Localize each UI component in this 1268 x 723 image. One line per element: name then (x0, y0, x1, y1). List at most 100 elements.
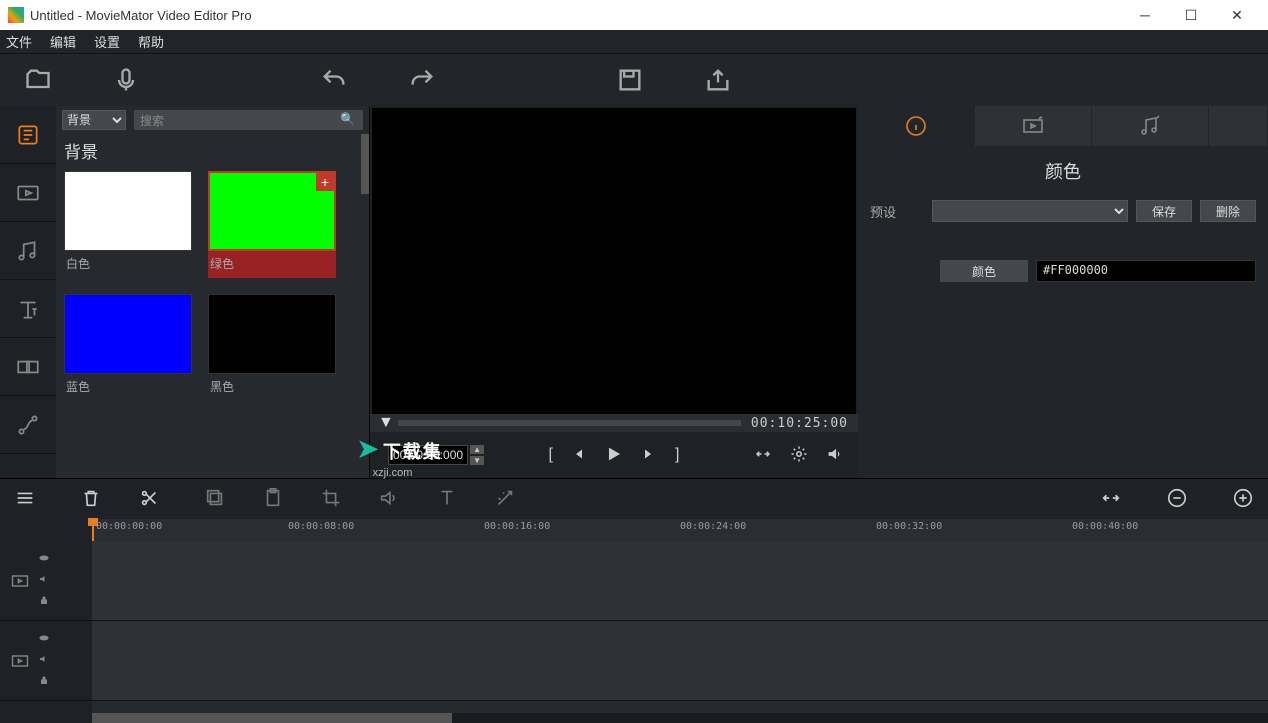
position-field[interactable]: 00:00:00:000 (388, 445, 468, 465)
prop-tab-info[interactable] (858, 106, 974, 146)
properties-panel: 颜色 预设 保存 删除 颜色 #FF000000 (858, 106, 1268, 478)
preview-marker-icon[interactable]: ▼ (378, 414, 394, 432)
thumb-label: 黑色 (208, 374, 336, 399)
in-point-icon[interactable]: [ (549, 446, 553, 464)
menu-help[interactable]: 帮助 (138, 32, 164, 51)
preset-select[interactable] (932, 200, 1128, 222)
prev-frame-icon[interactable] (569, 445, 587, 466)
main-toolbar (0, 54, 1268, 106)
ruler-tick: 00:00:08:00 (288, 521, 354, 532)
timeline-menu-icon[interactable] (14, 487, 36, 512)
track-head-video2[interactable] (0, 621, 92, 701)
crop-icon[interactable] (320, 487, 342, 512)
prop-tab-video[interactable] (975, 106, 1091, 146)
main-area: 背景 搜索 🔍 背景 白色 + 绿色 蓝色 黑色 (0, 106, 1268, 478)
search-input[interactable]: 搜索 🔍 (134, 110, 363, 130)
tab-transition[interactable] (0, 338, 56, 396)
copy-icon[interactable] (204, 487, 226, 512)
zoom-in-icon[interactable] (1232, 487, 1254, 512)
maximize-button[interactable]: ☐ (1168, 0, 1214, 30)
cut-icon[interactable] (138, 487, 160, 512)
microphone-icon[interactable] (112, 66, 140, 94)
thumb-white[interactable]: 白色 (64, 171, 192, 278)
tab-effects[interactable] (0, 396, 56, 454)
thumb-label: 蓝色 (64, 374, 192, 399)
ruler-tick: 00:00:40:00 (1072, 521, 1138, 532)
track-head-video1[interactable] (0, 541, 92, 621)
paste-icon[interactable] (262, 487, 284, 512)
title-bar: Untitled - MovieMator Video Editor Pro ─… (0, 0, 1268, 30)
visibility-icon[interactable] (38, 552, 50, 567)
color-button[interactable]: 颜色 (940, 260, 1028, 282)
zoom-fit-icon[interactable] (1100, 487, 1122, 512)
delete-preset-button[interactable]: 删除 (1200, 200, 1256, 222)
magic-icon[interactable] (494, 487, 516, 512)
visibility-icon[interactable] (38, 632, 50, 647)
ruler-tick: 00:00:32:00 (876, 521, 942, 532)
ruler-tick: 00:00:24:00 (680, 521, 746, 532)
undo-icon[interactable] (320, 66, 348, 94)
fit-icon[interactable] (754, 445, 772, 466)
timeline-toolbar (0, 479, 1268, 519)
track-mute-icon[interactable] (38, 573, 50, 588)
tab-media[interactable] (0, 106, 56, 164)
tab-text[interactable] (0, 280, 56, 338)
search-icon: 🔍 (340, 112, 355, 126)
timeline-ruler[interactable]: 00:00:00:00 00:00:08:00 00:00:16:00 00:0… (92, 519, 1268, 541)
add-icon[interactable]: + (316, 173, 334, 191)
menu-bar: 文件 编辑 设置 帮助 (0, 30, 1268, 54)
tab-video[interactable] (0, 164, 56, 222)
library-heading: 背景 (56, 134, 369, 171)
thumb-label: 绿色 (208, 251, 336, 276)
prop-tab-extra (1209, 106, 1267, 146)
volume-icon[interactable] (826, 445, 844, 466)
search-placeholder: 搜索 (140, 112, 164, 129)
out-point-icon[interactable]: ] (675, 446, 679, 464)
preview-screen (372, 108, 856, 414)
color-value[interactable]: #FF000000 (1036, 260, 1256, 282)
window-title: Untitled - MovieMator Video Editor Pro (30, 8, 252, 23)
track-row[interactable] (92, 621, 1268, 701)
export-icon[interactable] (704, 66, 732, 94)
save-preset-button[interactable]: 保存 (1136, 200, 1192, 222)
open-file-icon[interactable] (24, 66, 52, 94)
tab-audio[interactable] (0, 222, 56, 280)
category-select[interactable]: 背景 (62, 110, 126, 130)
lock-icon[interactable] (38, 594, 50, 609)
play-icon[interactable] (603, 443, 625, 468)
timeline-panel: 00:00:00:00 00:00:08:00 00:00:16:00 00:0… (0, 478, 1268, 723)
track-body[interactable] (92, 541, 1268, 723)
save-icon[interactable] (616, 66, 644, 94)
app-logo-icon (8, 7, 24, 23)
timeline-hscroll[interactable] (92, 713, 1268, 723)
preview-duration: 00:10:25:00 (751, 416, 848, 431)
menu-edit[interactable]: 编辑 (50, 32, 76, 51)
thumb-green[interactable]: + 绿色 (208, 171, 336, 278)
spin-up-icon[interactable]: ▲ (470, 445, 484, 454)
close-button[interactable]: ✕ (1214, 0, 1260, 30)
preview-seekbar[interactable] (398, 420, 741, 426)
menu-settings[interactable]: 设置 (94, 32, 120, 51)
spin-down-icon[interactable]: ▼ (470, 456, 484, 465)
timeline-tracks (0, 541, 1268, 723)
track-row[interactable] (92, 541, 1268, 621)
library-scrollbar[interactable] (361, 134, 369, 194)
redo-icon[interactable] (408, 66, 436, 94)
ruler-tick: 00:00:16:00 (484, 521, 550, 532)
settings-icon[interactable] (790, 445, 808, 466)
props-title: 颜色 (870, 158, 1256, 184)
text-tool-icon[interactable] (436, 487, 458, 512)
thumb-black[interactable]: 黑色 (208, 294, 336, 399)
delete-icon[interactable] (80, 487, 102, 512)
preset-label: 预设 (870, 202, 924, 221)
preview-panel: ▼ 00:10:25:00 00:00:00:000 ▲ ▼ [ ] (370, 106, 858, 478)
mute-icon[interactable] (378, 487, 400, 512)
zoom-out-icon[interactable] (1166, 487, 1188, 512)
prop-tab-audio[interactable] (1092, 106, 1208, 146)
menu-file[interactable]: 文件 (6, 32, 32, 51)
minimize-button[interactable]: ─ (1122, 0, 1168, 30)
thumb-blue[interactable]: 蓝色 (64, 294, 192, 399)
track-mute-icon[interactable] (38, 653, 50, 668)
lock-icon[interactable] (38, 674, 50, 689)
next-frame-icon[interactable] (641, 445, 659, 466)
